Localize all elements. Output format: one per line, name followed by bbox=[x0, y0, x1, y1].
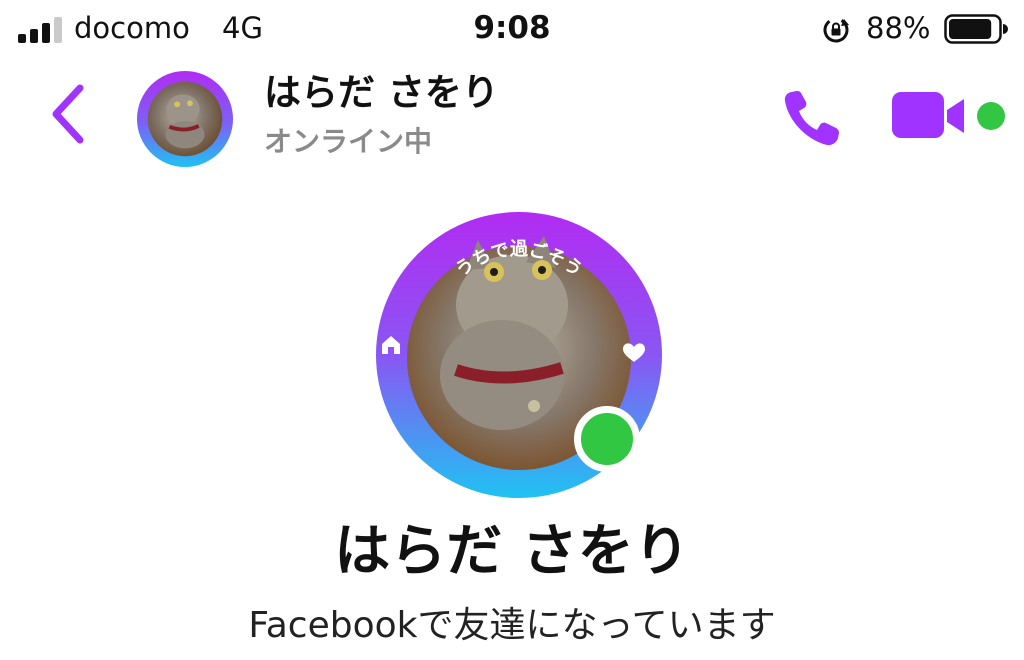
battery-icon bbox=[944, 14, 1008, 44]
profile-name: はらだ さをり bbox=[334, 519, 690, 584]
battery-percentage: 88% bbox=[866, 11, 931, 45]
video-online-indicator bbox=[977, 102, 1005, 130]
phone-icon[interactable] bbox=[780, 86, 844, 150]
rotation-lock-icon bbox=[823, 17, 849, 43]
online-status-text: オンライン中 bbox=[264, 125, 433, 158]
status-bar: docomo 4G 9:08 88% bbox=[0, 0, 1024, 56]
header-avatar[interactable] bbox=[136, 70, 234, 168]
chevron-left-icon bbox=[52, 84, 84, 144]
video-camera-icon[interactable] bbox=[890, 88, 968, 144]
back-button[interactable] bbox=[46, 82, 90, 146]
contact-name[interactable]: はらだ さをり bbox=[264, 70, 499, 116]
profile-online-indicator bbox=[574, 406, 640, 472]
friendship-status: Facebookで友達になっています bbox=[248, 605, 776, 646]
